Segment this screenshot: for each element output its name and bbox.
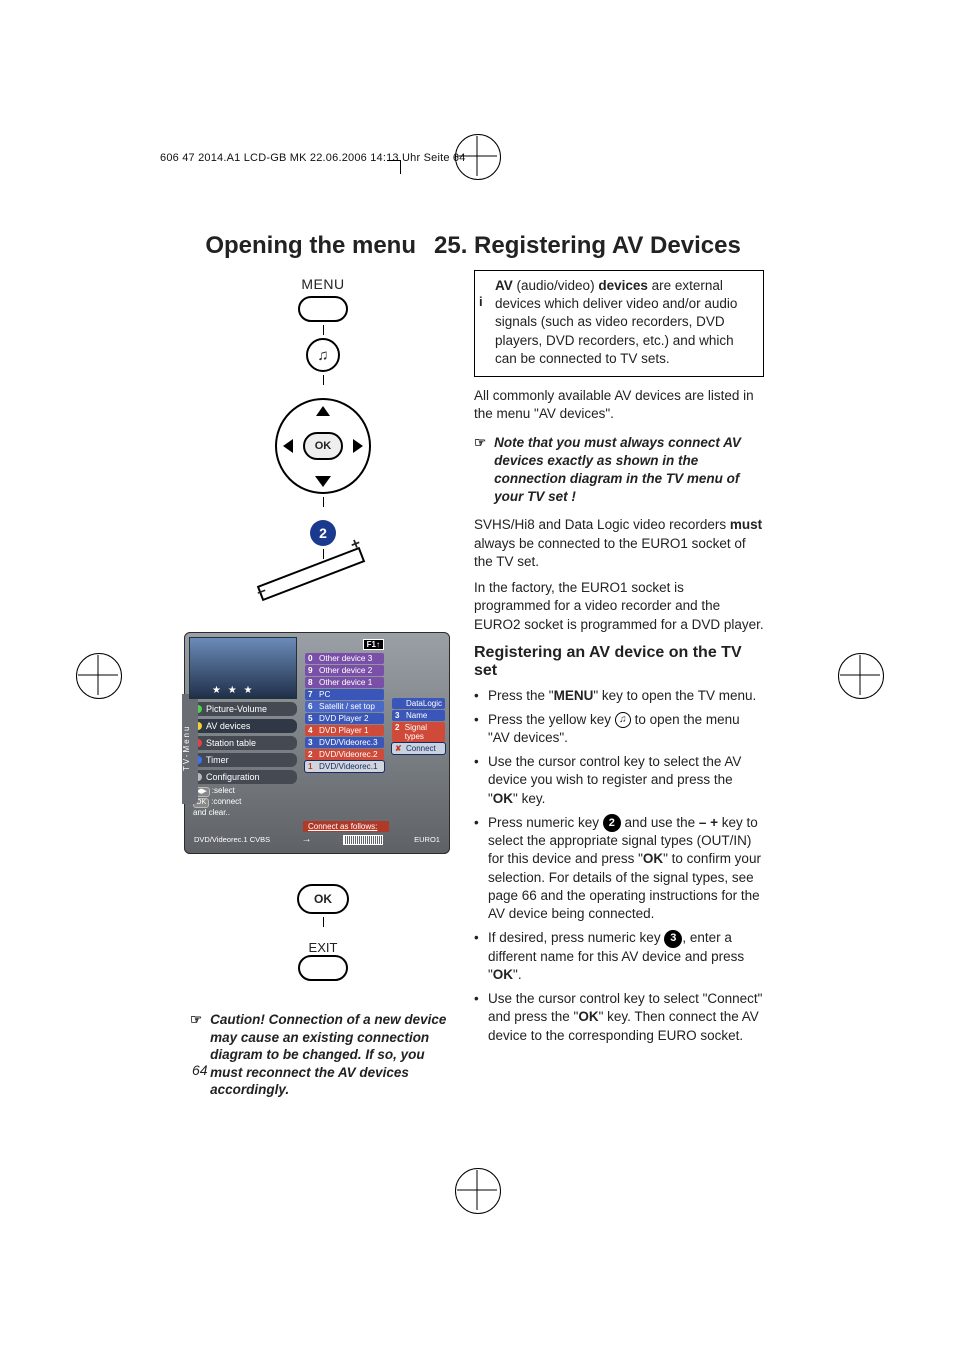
step-3: Use the cursor control key to select the… <box>474 753 764 808</box>
tv-preview-thumb: ★ ★ ★ <box>189 637 297 699</box>
dev-sat: Satellit / set top <box>319 702 375 711</box>
para-factory: In the factory, the EURO1 socket is prog… <box>474 579 764 634</box>
connection-diagram: DVD/Videorec.1 CVBS → EURO1 <box>189 832 445 849</box>
para-all-devices: All commonly available AV devices are li… <box>474 387 764 423</box>
nav-ring-icon: OK <box>275 398 371 494</box>
scart-icon <box>343 835 383 845</box>
reg-mark-right <box>840 655 880 695</box>
reg-mark-bottom <box>457 1170 497 1210</box>
arrow-icon: → <box>301 834 311 845</box>
num-badge-3: 3 <box>664 930 682 948</box>
step-6: Use the cursor control key to select "Co… <box>474 990 764 1045</box>
section-title-left: Opening the menu <box>190 232 416 260</box>
para-svhs-a: SVHS/Hi8 and Data Logic video recorders <box>474 517 730 532</box>
ok-button-core: OK <box>303 432 343 460</box>
sb-timer: Timer <box>206 755 229 765</box>
ok-button-big: OK <box>297 884 349 914</box>
section-title-right: 25. Registering AV Devices <box>434 232 764 260</box>
plus-icon: + <box>348 535 363 555</box>
dev-rec1: DVD/Videorec.1 <box>319 762 378 771</box>
dev-other2: Other device 2 <box>319 666 372 675</box>
info-box: i AV (audio/video) devices are external … <box>474 270 764 377</box>
step-2: Press the yellow key ♫ to open the menu … <box>474 711 764 747</box>
page-number: 64 <box>192 1062 208 1078</box>
page-cut-elbow <box>387 160 401 174</box>
act-signal: Signal types <box>405 723 442 741</box>
connect-as-follows: Connect as follows: <box>303 821 389 832</box>
step-1: Press the "MENU" key to open the TV menu… <box>474 687 764 705</box>
nav-down-icon <box>315 476 331 487</box>
para-svhs-must: must <box>730 517 762 532</box>
dev-dvdp1: DVD Player 1 <box>319 726 369 735</box>
sb-configuration: Configuration <box>206 772 260 782</box>
act-datalogic: DataLogic <box>406 699 442 708</box>
dev-rec2: DVD/Videorec.2 <box>319 750 378 759</box>
caution-text: Caution! Connection of a new device may … <box>210 1011 456 1099</box>
f1-tab: F1↑ <box>363 639 384 650</box>
pointer-icon: ☞ <box>474 434 486 507</box>
exit-key-label: EXIT <box>309 940 338 955</box>
diagram-left: DVD/Videorec.1 CVBS <box>194 835 270 844</box>
dev-rec3: DVD/Videorec.3 <box>319 738 378 747</box>
menu-key-label: MENU <box>301 276 344 292</box>
plus-minus-bar-icon: + – <box>257 547 365 601</box>
dev-dvdp2: DVD Player 2 <box>319 714 369 723</box>
num-badge-2: 2 <box>603 814 621 832</box>
step-4: Press numeric key 2 and use the – + key … <box>474 814 764 924</box>
reg-mark-top <box>457 136 497 176</box>
subhead-register: Registering an AV device on the TV set <box>474 644 764 681</box>
info-i-icon: i <box>479 293 483 311</box>
reg-mark-left <box>78 655 118 695</box>
print-header: 606 47 2014.A1 LCD-GB MK 22.06.2006 14:1… <box>160 152 466 164</box>
act-name: Name <box>406 711 427 720</box>
tv-menu-screenshot: TV-Menu ★ ★ ★ Picture-Volume AV devices … <box>184 632 450 854</box>
info-av-bold: AV <box>495 278 513 293</box>
sb-station-table: Station table <box>206 738 256 748</box>
dev-other3: Other device 3 <box>319 654 372 663</box>
step-badge-2: 2 <box>310 520 336 546</box>
minus-icon: – <box>254 582 269 602</box>
music-key-icon: ♫ <box>615 712 631 728</box>
music-button-icon: ♫ <box>306 338 340 372</box>
diagram-right: EURO1 <box>414 835 440 844</box>
nav-up-icon <box>316 406 330 416</box>
sb-picture-volume: Picture-Volume <box>206 704 267 714</box>
rating-stars: ★ ★ ★ <box>212 685 254 696</box>
tv-menu-side-tab: TV-Menu <box>182 694 198 804</box>
note-connect-exact: Note that you must always connect AV dev… <box>494 434 764 507</box>
tv-help-text: ◀▶:select OK:connect and clear.. <box>189 784 297 817</box>
menu-button-icon <box>298 296 348 322</box>
nav-right-icon <box>353 439 363 453</box>
dev-other1: Other device 1 <box>319 678 372 687</box>
nav-left-icon <box>283 439 293 453</box>
dev-pc: PC <box>319 690 330 699</box>
remote-diagram: MENU ♫ OK 2 <box>190 276 456 610</box>
step-5: If desired, press numeric key 3, enter a… <box>474 929 764 984</box>
sb-av-devices: AV devices <box>206 721 250 731</box>
para-svhs-c: always be connected to the EURO1 socket … <box>474 536 746 569</box>
exit-button-icon <box>298 955 348 981</box>
pointer-icon: ☞ <box>190 1011 202 1099</box>
act-connect: Connect <box>406 744 436 753</box>
